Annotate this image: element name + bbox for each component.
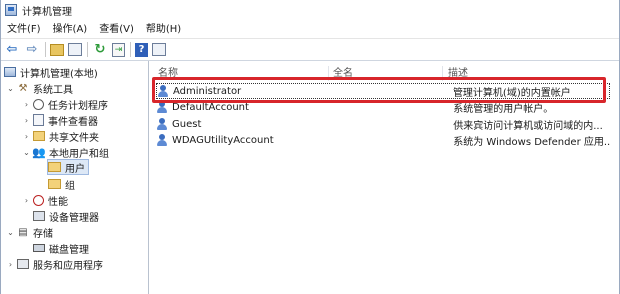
tree-item-groups[interactable]: 组 bbox=[48, 176, 75, 192]
clock-icon bbox=[33, 98, 44, 110]
tree-item-services-applications[interactable]: › 服务和应用程序 bbox=[6, 256, 103, 272]
shared-folder-icon bbox=[33, 131, 45, 141]
user-icon bbox=[156, 100, 169, 114]
tree-item-system-tools[interactable]: ⌄ ⚒ 系统工具 bbox=[6, 80, 73, 96]
tree-item-shared-folders[interactable]: › 共享文件夹 bbox=[22, 128, 99, 144]
tree-item-task-scheduler[interactable]: › 任务计划程序 bbox=[22, 96, 108, 112]
tree-item-computer-management[interactable]: 计算机管理(本地) bbox=[4, 64, 98, 80]
collapse-chevron-icon[interactable]: ⌄ bbox=[6, 84, 15, 93]
tree-item-label: 设备管理器 bbox=[49, 212, 99, 224]
refresh-icon[interactable]: ↻ bbox=[92, 42, 108, 58]
users-icon: 👥 bbox=[32, 145, 46, 159]
user-name: Administrator bbox=[173, 85, 242, 97]
tree-item-disk-management[interactable]: 磁盘管理 bbox=[33, 240, 89, 256]
storage-icon: ▤ bbox=[18, 226, 28, 238]
column-divider[interactable] bbox=[328, 66, 329, 81]
menu-help[interactable]: 帮助(H) bbox=[140, 20, 187, 39]
tree-item-users[interactable]: 用户 bbox=[47, 159, 89, 175]
tree-item-label: 事件查看器 bbox=[48, 116, 98, 128]
menu-bar: 文件(F) 操作(A) 查看(V) 帮助(H) bbox=[1, 20, 619, 39]
user-row-wdagutilityaccount[interactable]: WDAGUtilityAccount 系统为 Windows Defender … bbox=[156, 132, 610, 148]
user-row-administrator[interactable]: Administrator 管理计算机(域)的内置帐户 bbox=[156, 83, 610, 99]
toolbar-separator bbox=[87, 42, 88, 57]
disk-icon bbox=[33, 244, 45, 252]
back-arrow-icon[interactable]: ⇦ bbox=[4, 42, 20, 58]
user-description: 供来宾访问计算机或访问域的内... bbox=[453, 120, 603, 132]
tree-item-label: 组 bbox=[65, 180, 75, 192]
user-name: DefaultAccount bbox=[172, 101, 249, 113]
help-icon[interactable]: ? bbox=[135, 42, 148, 57]
performance-icon bbox=[33, 194, 44, 206]
column-header-fullname[interactable]: 全名 bbox=[333, 66, 353, 81]
tools-icon: ⚒ bbox=[18, 82, 28, 94]
column-header-name[interactable]: 名称 bbox=[158, 66, 178, 81]
toolbar: ⇦ ⇨ ↻ ⇥ ? bbox=[1, 39, 619, 61]
tree-item-performance[interactable]: › 性能 bbox=[22, 192, 68, 208]
computer-management-window: 计算机管理 文件(F) 操作(A) 查看(V) 帮助(H) ⇦ ⇨ ↻ ⇥ ? … bbox=[0, 0, 620, 294]
user-icon bbox=[156, 133, 169, 147]
user-name: WDAGUtilityAccount bbox=[172, 134, 274, 146]
menu-action[interactable]: 操作(A) bbox=[47, 20, 94, 39]
up-folder-icon[interactable] bbox=[50, 43, 64, 56]
user-description: 系统为 Windows Defender 应用... bbox=[453, 136, 610, 148]
export-list-icon[interactable]: ⇥ bbox=[112, 42, 125, 57]
computer-management-icon bbox=[5, 4, 17, 16]
tree-item-label: 本地用户和组 bbox=[49, 148, 109, 160]
expand-chevron-icon[interactable]: › bbox=[22, 196, 31, 205]
expand-chevron-icon[interactable]: › bbox=[22, 100, 31, 109]
user-description: 管理计算机(域)的内置帐户 bbox=[452, 87, 571, 99]
menu-view[interactable]: 查看(V) bbox=[93, 20, 140, 39]
toolbar-separator bbox=[130, 42, 131, 57]
expand-chevron-icon[interactable]: › bbox=[22, 132, 31, 141]
tree-item-local-users-groups[interactable]: ⌄ 👥 本地用户和组 bbox=[22, 144, 109, 160]
collapse-chevron-icon[interactable]: ⌄ bbox=[22, 148, 31, 157]
folder-icon bbox=[48, 162, 61, 172]
tree-item-label: 计算机管理(本地) bbox=[20, 68, 98, 80]
tree-item-label: 用户 bbox=[65, 163, 85, 175]
collapse-chevron-icon[interactable]: ⌄ bbox=[6, 228, 15, 237]
services-icon bbox=[17, 259, 29, 269]
folder-icon bbox=[48, 179, 61, 189]
device-manager-icon bbox=[33, 211, 45, 221]
users-list-pane: 名称 全名 描述 Administrator 管理计算机(域)的内置帐户 Def… bbox=[150, 61, 619, 294]
expand-chevron-icon[interactable]: › bbox=[22, 116, 31, 125]
user-name: Guest bbox=[172, 118, 202, 130]
forward-arrow-icon[interactable]: ⇨ bbox=[24, 42, 40, 58]
tree-item-label: 存储 bbox=[33, 228, 53, 240]
computer-icon bbox=[4, 67, 16, 77]
event-viewer-icon bbox=[33, 114, 44, 126]
navigation-tree: 计算机管理(本地) ⌄ ⚒ 系统工具 › 任务计划程序 › 事件查看器 › 共享… bbox=[1, 61, 149, 294]
tree-item-label: 服务和应用程序 bbox=[33, 260, 103, 272]
user-row-guest[interactable]: Guest 供来宾访问计算机或访问域的内... bbox=[156, 116, 610, 132]
show-hide-tree-icon[interactable] bbox=[68, 43, 82, 56]
user-icon bbox=[156, 117, 169, 131]
tree-item-event-viewer[interactable]: › 事件查看器 bbox=[22, 112, 98, 128]
title-bar: 计算机管理 bbox=[1, 0, 619, 20]
user-icon bbox=[157, 84, 170, 98]
properties-icon[interactable] bbox=[152, 43, 166, 56]
tree-item-label: 系统工具 bbox=[33, 84, 73, 96]
window-title: 计算机管理 bbox=[22, 6, 72, 18]
toolbar-separator bbox=[45, 42, 46, 57]
user-row-defaultaccount[interactable]: DefaultAccount 系统管理的用户帐户。 bbox=[156, 99, 610, 115]
tree-item-device-manager[interactable]: 设备管理器 bbox=[33, 208, 99, 224]
tree-item-storage[interactable]: ⌄ ▤ 存储 bbox=[6, 224, 53, 240]
tree-item-label: 性能 bbox=[48, 196, 68, 208]
tree-item-label: 共享文件夹 bbox=[49, 132, 99, 144]
column-header-description[interactable]: 描述 bbox=[448, 66, 468, 81]
tree-item-label: 任务计划程序 bbox=[48, 100, 108, 112]
user-description: 系统管理的用户帐户。 bbox=[453, 103, 554, 115]
tree-item-label: 磁盘管理 bbox=[49, 244, 89, 256]
column-divider[interactable] bbox=[442, 66, 443, 81]
menu-file[interactable]: 文件(F) bbox=[1, 20, 47, 39]
expand-chevron-icon[interactable]: › bbox=[6, 260, 15, 269]
